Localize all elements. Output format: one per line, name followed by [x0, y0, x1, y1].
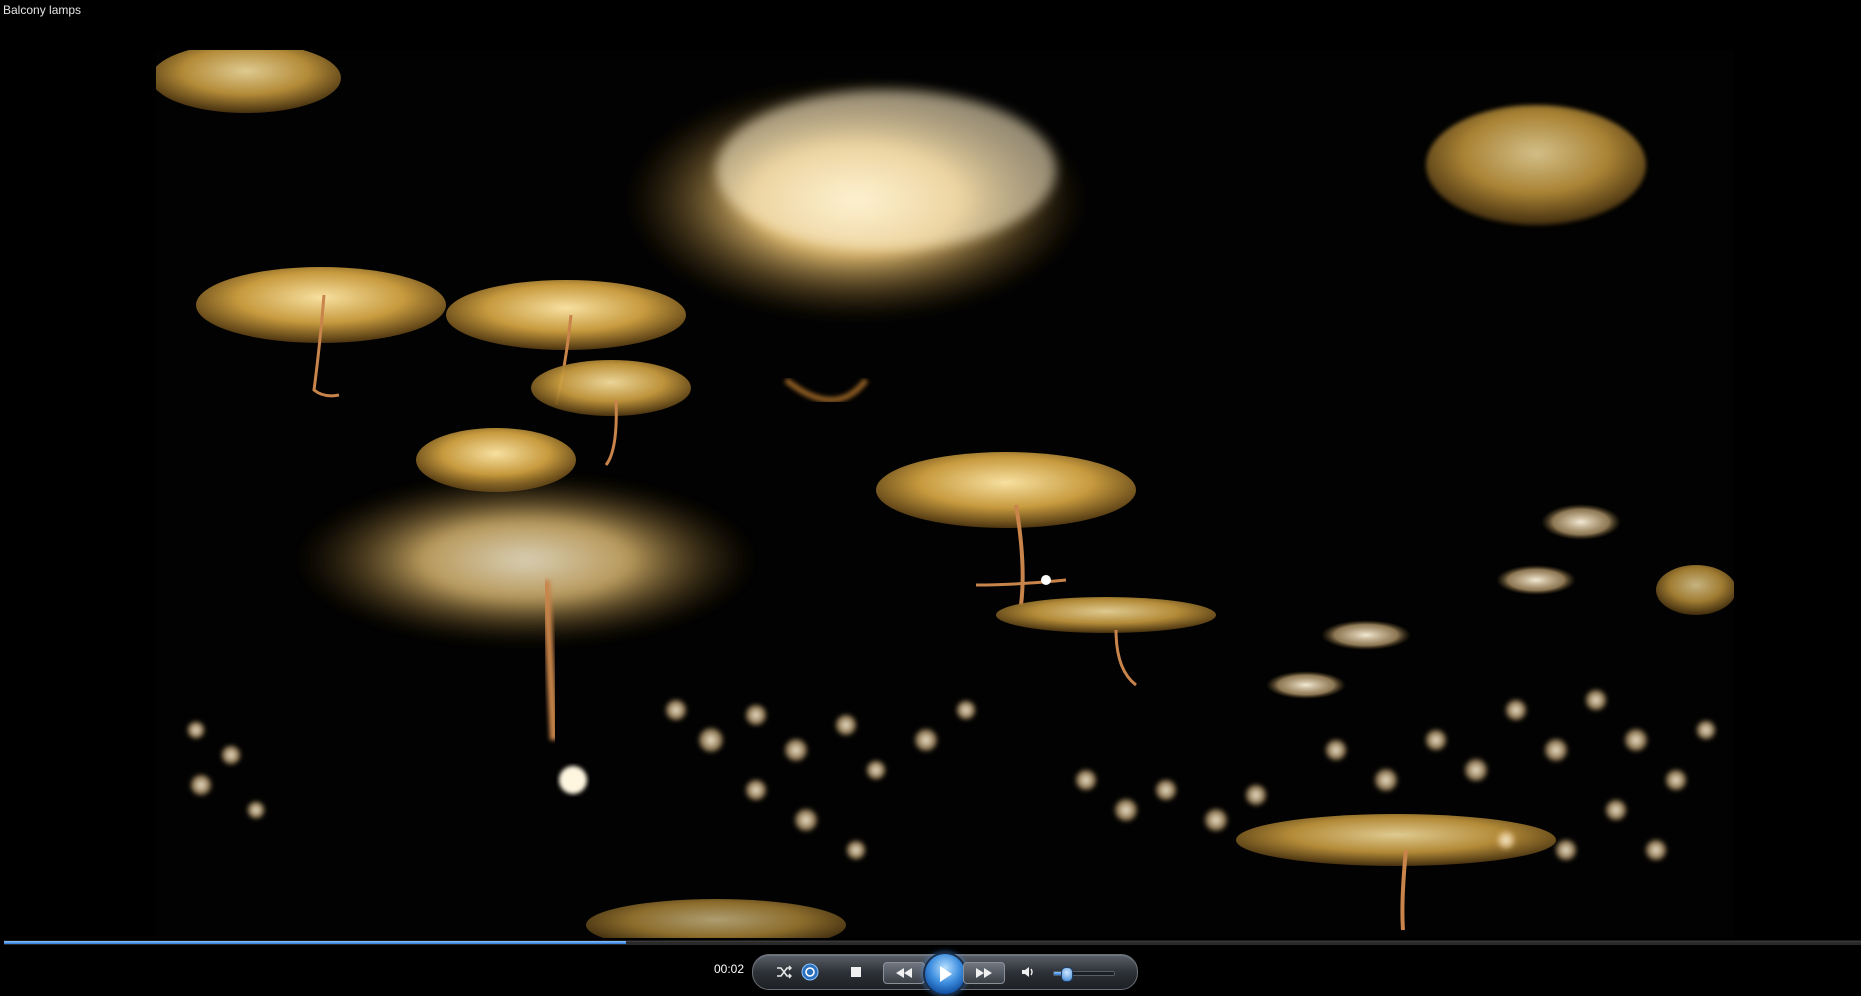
window-title: Balcony lamps — [3, 3, 82, 17]
seek-bar[interactable] — [4, 940, 1861, 945]
seek-progress — [4, 941, 627, 944]
next-button[interactable] — [963, 962, 1005, 984]
stop-icon[interactable] — [847, 964, 865, 980]
previous-button[interactable] — [883, 962, 925, 984]
speaker-icon[interactable] — [1019, 964, 1037, 980]
shuffle-icon[interactable] — [775, 964, 793, 980]
volume-slider[interactable] — [1053, 967, 1115, 982]
previous-icon — [896, 968, 912, 978]
video-frame — [156, 50, 1734, 938]
video-area[interactable] — [156, 50, 1734, 938]
next-icon — [976, 968, 992, 978]
play-button[interactable] — [923, 952, 967, 996]
elapsed-time: 00:02 — [714, 962, 745, 976]
repeat-icon[interactable] — [801, 963, 819, 981]
playback-controls — [752, 952, 1138, 996]
volume-thumb[interactable] — [1061, 967, 1073, 982]
play-icon — [940, 966, 952, 982]
